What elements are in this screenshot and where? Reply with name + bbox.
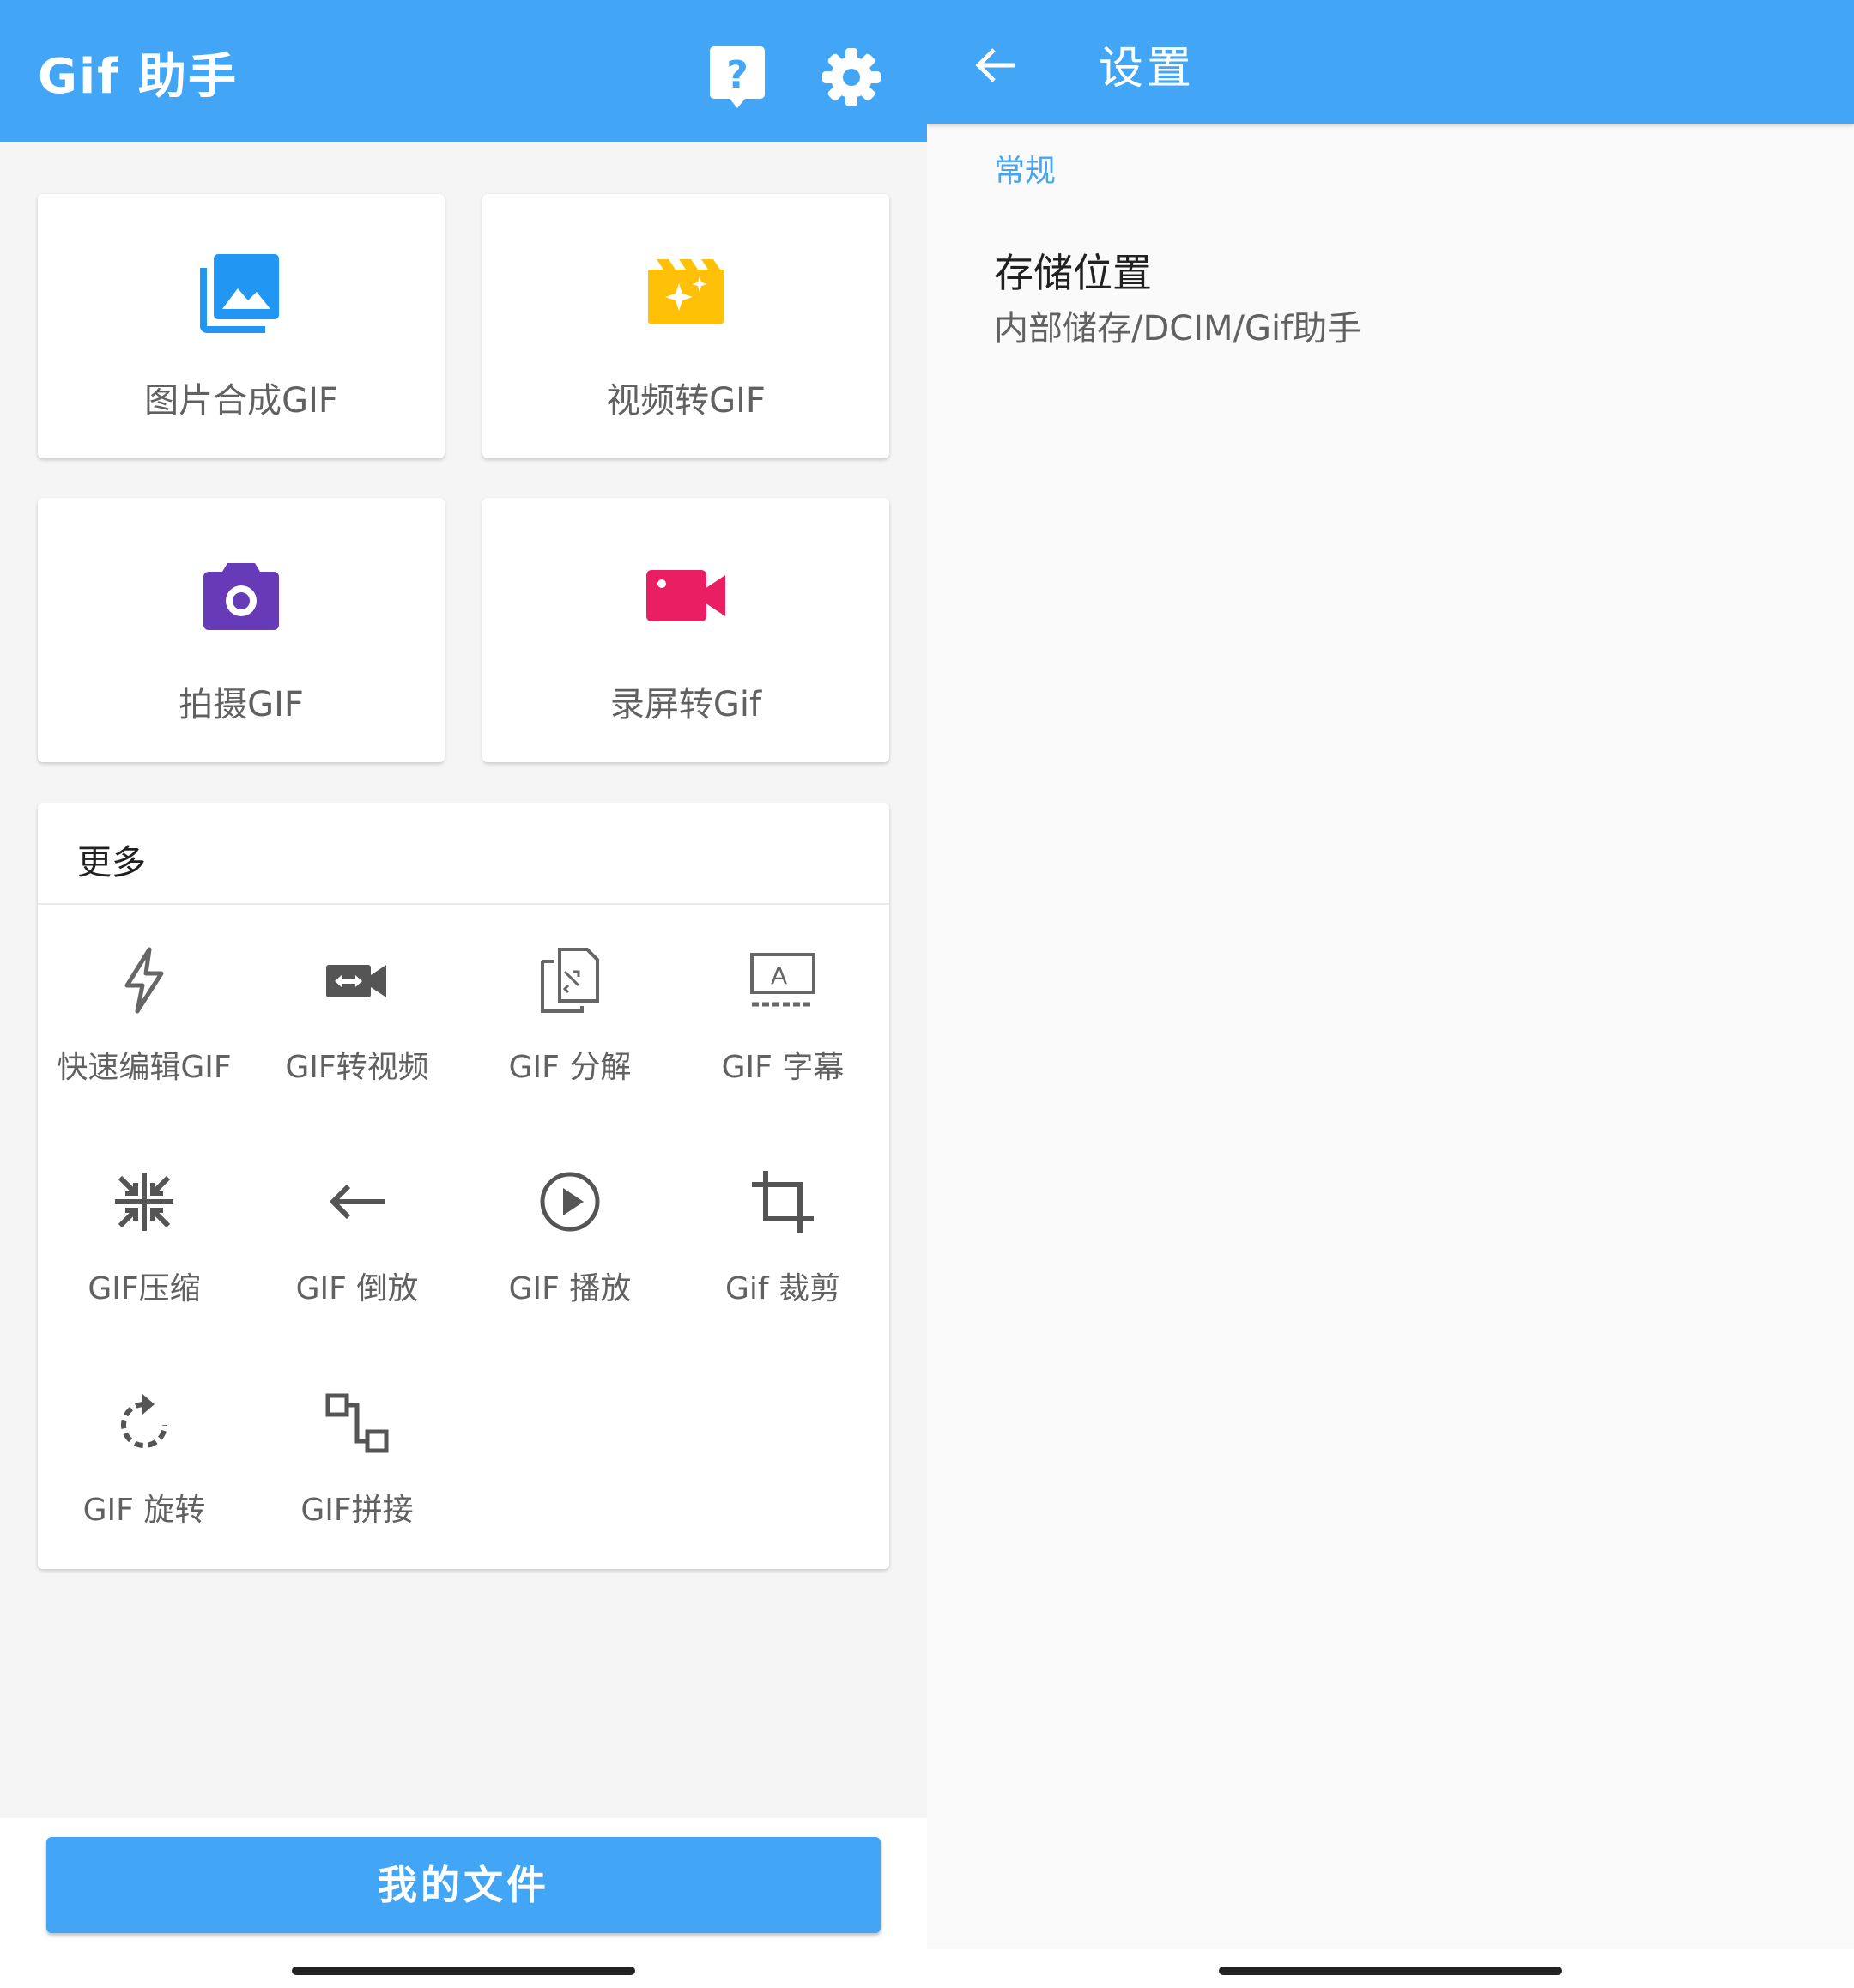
tool-label: GIF 倒放 <box>295 1271 419 1306</box>
svg-text:?: ? <box>726 53 748 97</box>
section-header-general: 常规 <box>994 154 1057 189</box>
app-bar: Gif 助手 ? <box>0 0 927 142</box>
settings-button[interactable] <box>821 46 882 108</box>
feature-shoot-gif[interactable]: 拍摄GIF <box>38 498 445 762</box>
photo-library-icon <box>200 254 279 333</box>
storage-location-title[interactable]: 存储位置 <box>994 242 1152 299</box>
tool-gif-to-video[interactable]: GIF转视频 <box>251 946 464 1152</box>
tool-gif-subtitle[interactable]: A GIF 字幕 <box>676 946 889 1152</box>
tool-gif-compress[interactable]: GIF压缩 <box>38 1167 251 1373</box>
tool-gif-join[interactable]: GIF拼接 <box>251 1389 464 1595</box>
tool-gif-split[interactable]: GIF 分解 <box>464 946 676 1152</box>
help-icon: ? <box>710 46 765 108</box>
arrow-back-icon <box>329 1184 385 1220</box>
feature-screen-record-gif[interactable]: 录屏转Gif <box>482 498 889 762</box>
tool-label: GIF 分解 <box>508 1050 632 1085</box>
join-icon <box>325 1393 389 1453</box>
settings-title: 设置 <box>1099 43 1196 94</box>
feature-label: 录屏转Gif <box>609 685 762 724</box>
storage-location-value: 内部储存/DCIM/Gif助手 <box>994 309 1362 349</box>
tool-label: GIF拼接 <box>300 1493 414 1528</box>
gear-icon <box>822 48 881 106</box>
tool-label: GIF 字幕 <box>721 1050 845 1085</box>
tool-label: GIF压缩 <box>88 1271 201 1306</box>
tool-label: GIF 旋转 <box>82 1493 206 1528</box>
crop-icon <box>752 1171 814 1233</box>
tool-label: Gif 裁剪 <box>724 1271 841 1306</box>
settings-app-bar: 设置 <box>927 0 1854 124</box>
tool-gif-rotate[interactable]: GIF 旋转 <box>38 1389 251 1595</box>
feature-images-to-gif[interactable]: 图片合成GIF <box>38 194 445 458</box>
split-icon <box>541 948 599 1013</box>
camera-icon <box>203 563 279 630</box>
app-title: Gif 助手 <box>38 49 239 105</box>
tool-gif-play[interactable]: GIF 播放 <box>464 1167 676 1373</box>
more-tools-card: 更多 快速编辑GIF GIF转视频 GIF 分解 A GIF 字幕 GIF压缩 … <box>38 803 889 1569</box>
settings-screen: 设置 常规 存储位置 内部储存/DCIM/Gif助手 <box>927 0 1854 1988</box>
feature-label: 图片合成GIF <box>144 381 338 421</box>
feature-video-to-gif[interactable]: 视频转GIF <box>482 194 889 458</box>
divider <box>38 903 889 905</box>
subtitle-icon: A <box>750 953 815 1007</box>
movie-filter-icon <box>648 259 724 324</box>
compress-icon <box>115 1173 173 1231</box>
flash-icon <box>124 947 164 1014</box>
arrow-back-icon <box>975 48 1015 82</box>
tool-label: GIF 播放 <box>508 1271 632 1306</box>
tool-label: 快速编辑GIF <box>57 1050 232 1085</box>
more-title: 更多 <box>77 843 146 882</box>
main-screen: Gif 助手 ? 图片合成GIF 视频转GIF 拍摄GIF 录屏转Gif 更多 … <box>0 0 927 1988</box>
my-files-button[interactable]: 我的文件 <box>46 1837 881 1933</box>
videocam-icon <box>646 570 725 621</box>
tool-label: GIF转视频 <box>285 1050 429 1085</box>
home-indicator[interactable] <box>292 1967 635 1975</box>
tool-gif-crop[interactable]: Gif 裁剪 <box>676 1167 889 1373</box>
tool-quick-edit[interactable]: 快速编辑GIF <box>38 946 251 1152</box>
tool-gif-reverse[interactable]: GIF 倒放 <box>251 1167 464 1373</box>
help-button[interactable]: ? <box>709 45 766 110</box>
video-convert-icon <box>326 965 386 997</box>
play-circle-icon <box>540 1172 600 1232</box>
home-indicator[interactable] <box>1219 1967 1562 1975</box>
svg-text:A: A <box>771 961 787 990</box>
feature-label: 视频转GIF <box>606 381 766 421</box>
feature-label: 拍摄GIF <box>179 685 304 724</box>
back-button[interactable] <box>972 41 1020 89</box>
rotate-icon <box>121 1394 167 1448</box>
